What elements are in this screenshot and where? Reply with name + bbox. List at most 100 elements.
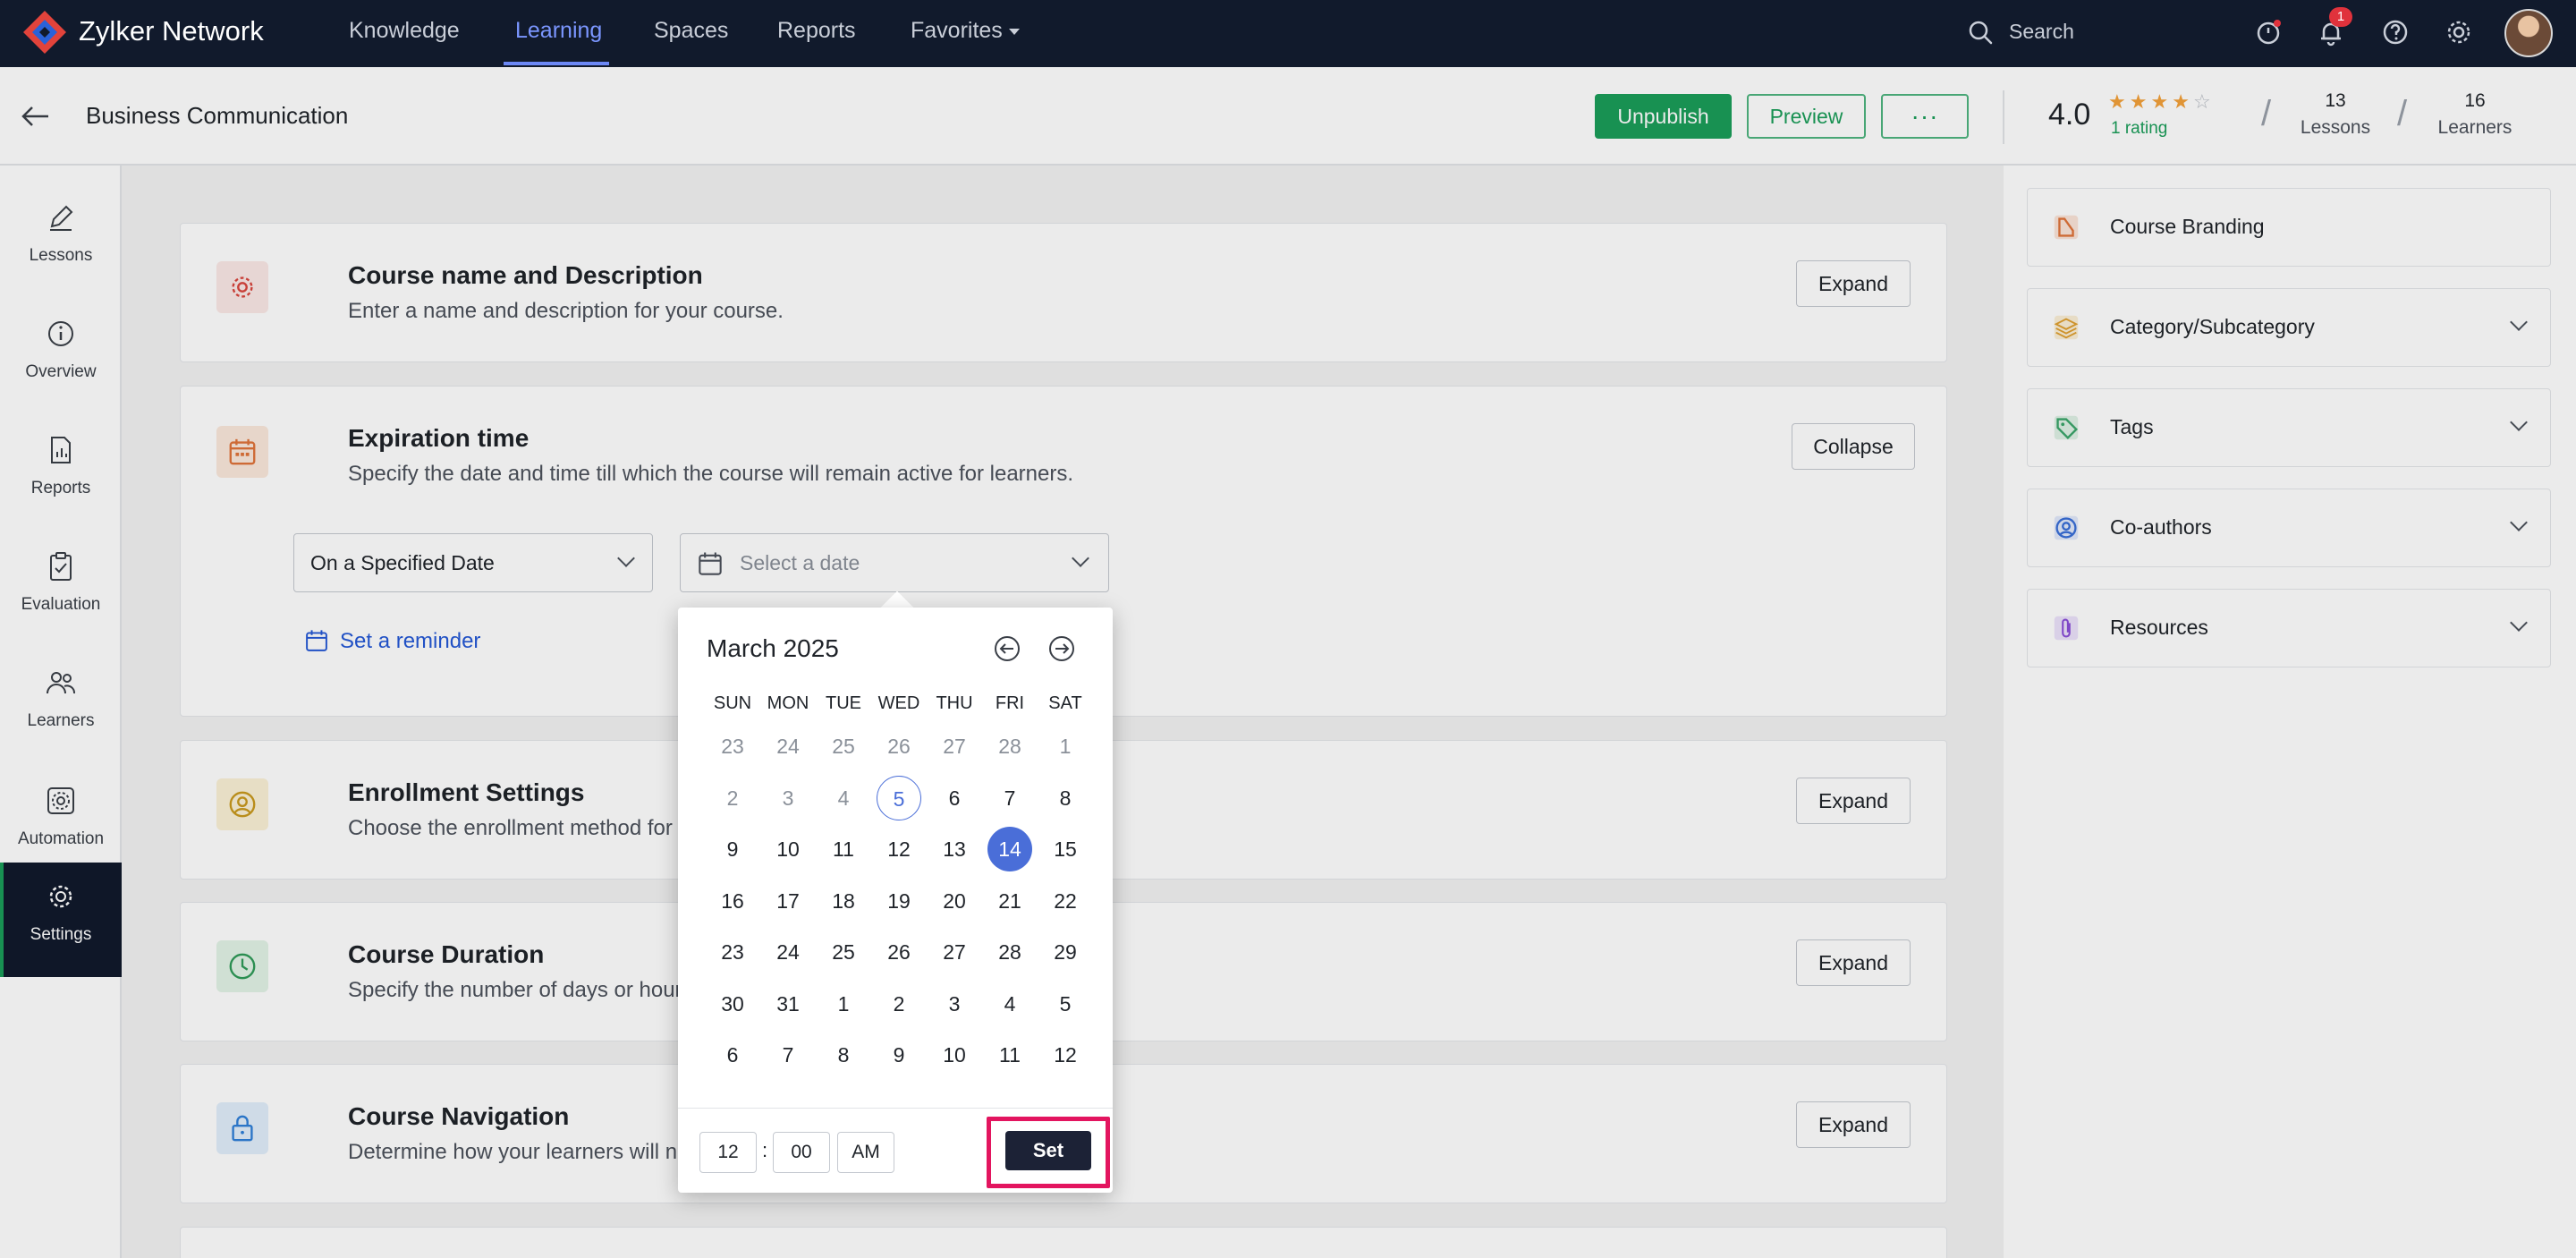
calendar-day[interactable]: 11 [821,827,866,871]
expand-navigation-button[interactable]: Expand [1796,1101,1911,1148]
calendar-day[interactable]: 26 [877,724,921,769]
calendar-day[interactable]: 25 [821,724,866,769]
calendar-day[interactable]: 10 [932,1033,977,1077]
calendar-day[interactable]: 24 [766,724,810,769]
preview-button[interactable]: Preview [1747,94,1866,139]
calendar-day[interactable]: 2 [877,982,921,1026]
calendar-day[interactable]: 5 [1043,982,1088,1026]
co-authors-item[interactable]: Co-authors [2027,489,2551,567]
expand-duration-button[interactable]: Expand [1796,939,1911,986]
nav-link-learning[interactable]: Learning [515,18,602,44]
calendar-day[interactable]: 23 [710,724,755,769]
nav-link-spaces[interactable]: Spaces [654,18,728,44]
calendar-day[interactable]: 3 [932,982,977,1026]
search-icon[interactable] [1968,20,1993,45]
tags-item[interactable]: Tags [2027,388,2551,467]
meridiem-toggle[interactable]: AM [837,1132,894,1173]
caret-down-icon[interactable] [1009,29,1020,35]
next-month-icon[interactable] [1047,634,1076,663]
calendar-day[interactable]: 9 [877,1033,921,1077]
sidebar-item-learners[interactable]: Learners [0,649,122,763]
date-picker-input[interactable]: Select a date [680,533,1109,592]
calendar-day[interactable]: 27 [932,930,977,974]
course-branding-item[interactable]: Course Branding [2027,188,2551,267]
calendar-day[interactable]: 16 [710,879,755,923]
calendar-day[interactable]: 18 [821,879,866,923]
calendar-day[interactable]: 7 [766,1033,810,1077]
help-icon[interactable] [2379,16,2411,48]
sidebar-item-evaluation[interactable]: Evaluation [0,532,122,647]
calendar-day[interactable]: 4 [987,982,1032,1026]
calendar-day[interactable]: 11 [987,1033,1032,1077]
activity-timer-icon[interactable] [2252,16,2284,48]
calendar-day[interactable]: 12 [877,827,921,871]
calendar-day[interactable]: 1 [821,982,866,1026]
minute-input[interactable]: 00 [773,1132,830,1173]
brand-name[interactable]: Zylker Network [79,15,264,47]
more-options-button[interactable]: ··· [1881,94,1969,139]
expiration-mode-select[interactable]: On a Specified Date [293,533,653,592]
active-tab-indicator [504,62,609,65]
calendar-day[interactable]: 21 [987,879,1032,923]
previous-month-icon[interactable] [993,634,1021,663]
category-subcategory-item[interactable]: Category/Subcategory [2027,288,2551,367]
chevron-down-icon[interactable] [2510,313,2528,331]
collapse-expiration-button[interactable]: Collapse [1792,423,1915,470]
calendar-day[interactable]: 28 [987,930,1032,974]
calendar-day[interactable]: 17 [766,879,810,923]
calendar-day-today[interactable]: 5 [877,775,921,820]
calendar-day[interactable]: 26 [877,930,921,974]
unpublish-button[interactable]: Unpublish [1595,94,1732,139]
branding-icon [2054,215,2079,240]
calendar-day[interactable]: 9 [710,827,755,871]
rating-count[interactable]: 1 rating [2111,119,2167,139]
calendar-day[interactable]: 24 [766,930,810,974]
expand-course-name-button[interactable]: Expand [1796,260,1911,307]
calendar-day[interactable]: 4 [821,776,866,820]
sidebar-item-reports[interactable]: Reports [0,416,122,531]
search-input[interactable]: Search [2009,20,2074,44]
calendar-day[interactable]: 6 [932,776,977,820]
paperclip-icon [2054,616,2079,641]
calendar-day[interactable]: 19 [877,879,921,923]
calendar-day[interactable]: 1 [1043,724,1088,769]
chevron-down-icon[interactable] [2510,413,2528,431]
settings-gear-icon[interactable] [2443,16,2475,48]
calendar-day[interactable]: 12 [1043,1033,1088,1077]
calendar-day[interactable]: 3 [766,776,810,820]
calendar-day[interactable]: 8 [821,1033,866,1077]
calendar-day[interactable]: 8 [1043,776,1088,820]
sidebar-item-lessons[interactable]: Lessons [0,183,122,298]
calendar-day[interactable]: 15 [1043,827,1088,871]
nav-link-knowledge[interactable]: Knowledge [349,18,460,44]
calendar-day[interactable]: 28 [987,724,1032,769]
resources-item[interactable]: Resources [2027,589,2551,667]
calendar-day[interactable]: 30 [710,982,755,1026]
calendar-day[interactable]: 22 [1043,879,1088,923]
chevron-down-icon[interactable] [2510,614,2528,632]
sidebar-item-settings[interactable]: Settings [0,863,122,977]
calendar-day[interactable]: 2 [710,776,755,820]
top-navigation-bar: Zylker Network Knowledge Learning Spaces… [0,0,2576,67]
calendar-day[interactable]: 29 [1043,930,1088,974]
calendar-day[interactable]: 6 [710,1033,755,1077]
back-arrow-icon[interactable] [18,100,52,132]
hour-input[interactable]: 12 [699,1132,757,1173]
calendar-day[interactable]: 31 [766,982,810,1026]
user-avatar[interactable] [2504,9,2553,57]
expand-enrollment-button[interactable]: Expand [1796,778,1911,824]
calendar-day[interactable]: 25 [821,930,866,974]
calendar-day[interactable]: 20 [932,879,977,923]
calendar-day[interactable]: 23 [710,930,755,974]
zylker-logo-icon[interactable] [21,9,68,55]
set-button[interactable]: Set [1005,1131,1091,1170]
calendar-day[interactable]: 10 [766,827,810,871]
calendar-day[interactable]: 7 [987,776,1032,820]
calendar-day-selected[interactable]: 14 [987,827,1032,871]
nav-link-reports[interactable]: Reports [777,18,856,44]
calendar-day[interactable]: 13 [932,827,977,871]
calendar-day[interactable]: 27 [932,724,977,769]
chevron-down-icon[interactable] [2510,514,2528,531]
sidebar-item-overview[interactable]: Overview [0,300,122,414]
nav-link-favorites[interactable]: Favorites [911,18,1003,44]
